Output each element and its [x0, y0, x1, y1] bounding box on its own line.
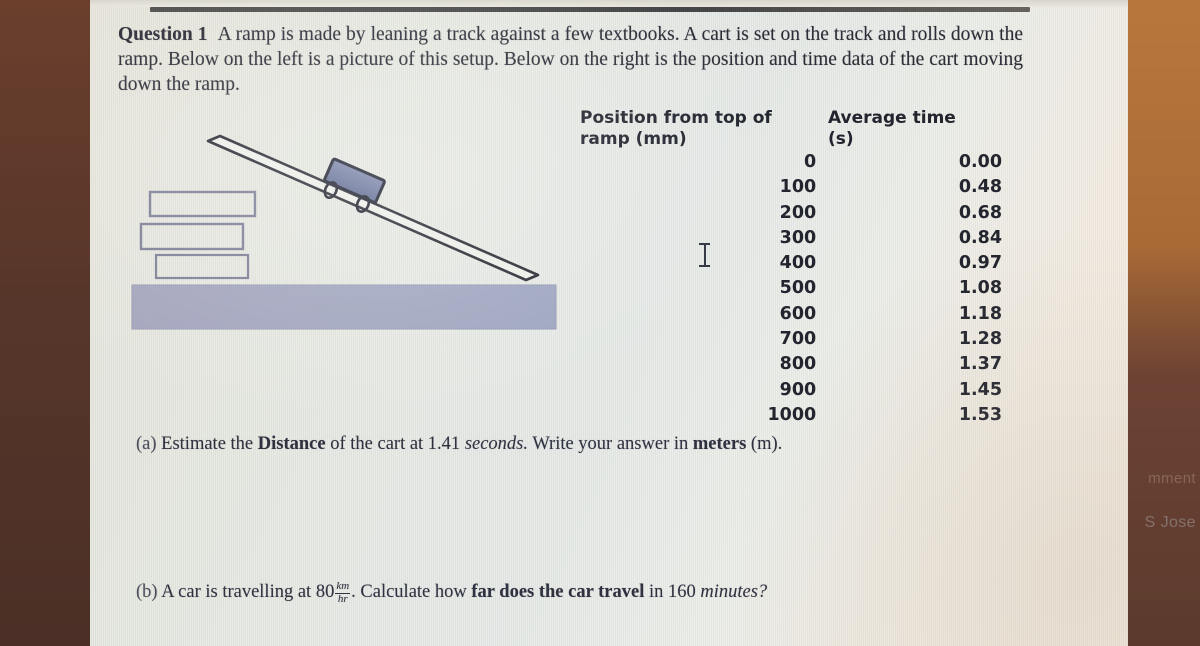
cell-time: 1.28 — [958, 329, 1002, 350]
desk-right-edge: mment S Jose — [1126, 0, 1200, 646]
column-header-time-line2: (s) — [828, 129, 854, 149]
part-a-text-3: Write your answer in — [532, 434, 689, 454]
part-b-italic-1: minutes? — [700, 582, 768, 602]
question-part-b: (b) A car is travelling at 80 km hr. Calcu… — [136, 580, 1026, 605]
stack-of-textbooks — [139, 190, 257, 280]
background-text-1: mment — [1148, 470, 1196, 487]
screen-top-edge — [90, 0, 1128, 7]
textbook-top — [148, 190, 257, 218]
table-row: 100 0.48 — [580, 175, 1010, 200]
part-a-bold-1: Distance — [257, 434, 326, 454]
column-header-time-line1: Average time — [828, 108, 956, 128]
table-header-row: Position from top of ramp (mm) Average t… — [580, 108, 1010, 150]
table-row: 300 0.84 — [580, 226, 1010, 251]
cell-time: 0.48 — [958, 177, 1002, 198]
table-body: 0 0.00 100 0.48 200 0.68 300 0.84 400 0.97 500 1.08… — [580, 150, 1010, 428]
part-b-text-2: . Calculate how — [351, 582, 467, 602]
cell-time: 0.84 — [958, 227, 1002, 248]
part-a-label: (a) — [136, 434, 157, 454]
cell-position: 900 — [779, 379, 817, 400]
question-intro-text: A ramp is made by leaning a track agains… — [118, 24, 1024, 95]
part-a-text-1: Estimate the — [161, 434, 254, 454]
table-row: 600 1.18 — [580, 302, 1010, 327]
cell-position: 100 — [779, 177, 817, 198]
cell-position: 600 — [779, 303, 817, 324]
table-row: 400 0.97 — [580, 251, 1010, 276]
cell-position: 800 — [779, 354, 817, 375]
part-b-text-3: in 160 — [648, 582, 696, 602]
part-b-text-1: A car is travelling at 80 — [161, 582, 335, 602]
desk-left-edge — [0, 0, 92, 646]
part-a-bold-2: meters — [692, 434, 747, 454]
part-a-italic-1: seconds. — [464, 434, 529, 454]
table-row: 800 1.37 — [580, 352, 1010, 377]
cell-time: 1.45 — [958, 379, 1002, 400]
screenshot-stage: mment S Jose Question 1 A ramp is made b… — [0, 0, 1200, 646]
fraction-denominator: hr — [337, 592, 348, 605]
cell-time: 0.97 — [958, 253, 1002, 274]
question-intro: Question 1 A ramp is made by leaning a t… — [118, 22, 1023, 97]
cell-position: 0 — [804, 152, 817, 172]
ramp-setup-figure — [120, 130, 570, 340]
part-a-text-4: (m). — [750, 434, 783, 454]
position-time-table: Position from top of ramp (mm) Average t… — [580, 108, 1010, 428]
column-header-time: Average time (s) — [828, 108, 1008, 150]
cell-time: 1.18 — [958, 303, 1002, 324]
question-label: Question 1 — [118, 24, 208, 45]
cell-time: 1.53 — [958, 404, 1002, 425]
cell-time: 1.08 — [958, 278, 1002, 299]
background-text-2: S Jose — [1144, 514, 1196, 531]
cell-position: 500 — [779, 278, 817, 299]
window-top-bar — [150, 7, 1030, 12]
cell-time: 1.37 — [958, 354, 1002, 375]
unit-fraction-km-per-hr: km hr — [335, 581, 351, 605]
cell-time: 0.00 — [958, 152, 1002, 172]
cell-position: 200 — [779, 202, 817, 223]
question-part-a: (a) Estimate the Distance of the cart at… — [136, 432, 1026, 456]
part-b-label: (b) — [136, 582, 158, 602]
table-row: 0 0.00 — [580, 150, 1010, 175]
table-row: 700 1.28 — [580, 327, 1010, 352]
part-b-bold-1: far does the car travel — [471, 582, 645, 602]
cell-position: 1000 — [767, 404, 817, 425]
ramp-diagram-svg — [131, 134, 557, 330]
textbook-bottom — [154, 253, 250, 280]
column-header-position: Position from top of ramp (mm) — [580, 108, 828, 150]
table-row: 500 1.08 — [580, 276, 1010, 301]
cell-position: 700 — [779, 329, 817, 350]
table-row: 1000 1.53 — [580, 403, 1010, 428]
part-a-text-2: of the cart at 1.41 — [330, 434, 461, 454]
column-header-position-line2: ramp (mm) — [580, 129, 687, 149]
table-row: 900 1.45 — [580, 378, 1010, 403]
column-header-position-line1: Position from top of — [580, 108, 772, 128]
table-row: 200 0.68 — [580, 201, 1010, 226]
inclined-track — [206, 134, 540, 282]
cell-time: 0.68 — [958, 202, 1002, 223]
text-cursor-icon — [699, 243, 710, 267]
textbook-middle — [139, 222, 245, 251]
